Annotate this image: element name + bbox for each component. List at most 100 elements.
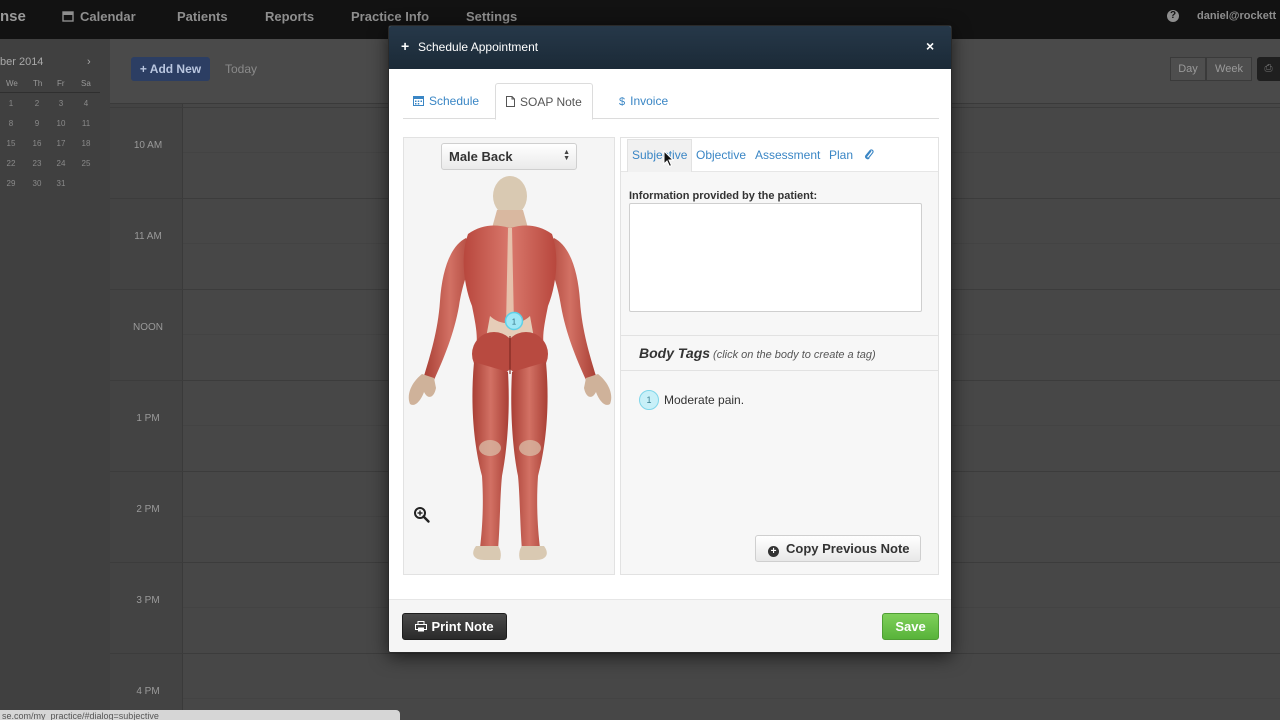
hour-label: 10 AM [133,140,163,151]
mini-calendar-title: ber 2014 [0,56,44,68]
mini-calendar-day[interactable]: 25 [78,159,94,168]
nav-patients[interactable]: Patients [177,9,228,24]
tab-objective[interactable]: Objective [692,138,750,172]
body-view-select-value: Male Back [449,149,513,164]
zoom-in-icon[interactable] [413,506,431,524]
calendar-icon [413,96,424,106]
nav-calendar-label: Calendar [80,9,136,24]
mini-calendar-day[interactable]: 29 [3,179,19,188]
hour-label: 3 PM [136,595,160,606]
tab-schedule-label: Schedule [429,94,480,108]
mini-calendar-day[interactable]: 23 [29,159,45,168]
brand-logo[interactable]: nse [0,8,26,25]
mini-calendar-day[interactable]: 16 [29,139,45,148]
half-hour-divider [183,698,1280,699]
help-icon[interactable]: ? [1167,10,1179,22]
mini-calendar-day[interactable]: 15 [3,139,19,148]
plus-circle-icon: + [768,546,779,557]
subjective-label: Information provided by the patient: [629,190,818,202]
divider [621,335,938,336]
subjective-textarea[interactable] [629,203,922,312]
body-tag-number: 1 [639,390,659,410]
tab-assessment[interactable]: Assessment [751,138,824,172]
mini-calendar-day[interactable]: 18 [78,139,94,148]
hour-label: 1 PM [136,413,160,424]
save-button[interactable]: Save [882,613,939,640]
left-panel: ber 2014 › We Th Fr Sa 1 2 3 4 8 9 10 11 15 16 17 1… [0,39,110,720]
nav-calendar[interactable]: Calendar [62,9,136,24]
weekday-label: Fr [57,79,65,88]
document-icon [506,96,515,107]
select-arrows-icon: ▲ ▼ [563,149,570,162]
mini-calendar-day[interactable]: 2 [29,99,45,108]
dialog-header: + Schedule Appointment × [389,26,951,69]
nav-settings[interactable]: Settings [466,9,517,24]
print-note-button[interactable]: Print Note [402,613,507,640]
day-view-button[interactable]: Day [1170,57,1206,81]
mini-calendar-day[interactable]: 22 [3,159,19,168]
calendar-icon [62,11,74,22]
mini-calendar-day[interactable]: 24 [53,159,69,168]
body-tag-marker-number: 1 [512,318,517,327]
body-tag-item[interactable]: 1 Moderate pain. [639,390,744,410]
hours-divider [182,104,183,720]
copy-previous-note-label: Copy Previous Note [786,541,910,556]
tab-subjective[interactable]: Subjective [627,139,693,172]
printer-icon [415,621,428,632]
mini-calendar-day[interactable]: 1 [3,99,19,108]
tab-soap-note-label: SOAP Note [520,95,582,109]
body-tags-hint: (click on the body to create a tag) [713,349,876,361]
tab-plan[interactable]: Plan [825,138,857,172]
print-icon[interactable]: ⎙ [1257,57,1280,81]
mini-calendar-day[interactable]: 9 [29,119,45,128]
print-note-label: Print Note [431,619,494,634]
dollar-icon: $ [619,96,626,108]
hour-label: 4 PM [136,686,160,697]
hour-label: 11 AM [134,231,162,242]
mini-calendar-day[interactable]: 8 [3,119,19,128]
tab-invoice-label: Invoice [630,94,669,108]
soap-note-panel: Subjective Objective Assessment Plan Inf… [620,137,939,575]
male-back-anatomy-figure[interactable]: 1 [404,176,616,562]
mini-calendar-day[interactable]: 4 [78,99,94,108]
mini-calendar-next-icon[interactable]: › [87,56,91,68]
mini-calendar-day[interactable]: 30 [29,179,45,188]
hour-divider [110,653,1280,654]
browser-status-bar: se.com/my_practice/#dialog=subjective [0,710,400,720]
divider [621,370,938,371]
nav-practice-info[interactable]: Practice Info [351,9,429,24]
mini-calendar-day[interactable]: 10 [53,119,69,128]
schedule-appointment-dialog: + Schedule Appointment × Schedule SOAP N… [388,25,952,653]
mini-calendar-day[interactable]: 11 [78,119,94,128]
tab-invoice[interactable]: $ Invoice [609,83,678,119]
body-view-select[interactable]: Male Back ▲ ▼ [441,143,577,170]
copy-previous-note-button[interactable]: + Copy Previous Note [755,535,921,562]
hour-label: 2 PM [136,504,160,515]
week-view-button[interactable]: Week [1206,57,1252,81]
today-button[interactable]: Today [217,57,265,81]
mini-calendar-day[interactable]: 31 [53,179,69,188]
hour-label: NOON [133,322,163,333]
weekday-label: Sa [81,79,91,88]
nav-reports[interactable]: Reports [265,9,314,24]
plus-icon: + [401,38,410,54]
mini-calendar-divider [0,92,100,93]
mini-calendar-day[interactable]: 3 [53,99,69,108]
weekday-label: We [6,79,18,88]
body-tags-title: Body Tags [639,345,711,361]
body-tags-heading: Body Tags (click on the body to create a … [639,345,876,361]
weekday-label: Th [33,79,43,88]
paperclip-icon [865,149,874,160]
dialog-title: Schedule Appointment [418,40,539,54]
user-menu[interactable]: daniel@rockett [1197,10,1276,22]
tab-schedule[interactable]: Schedule [403,83,489,119]
soap-tabs: Subjective Objective Assessment Plan [621,138,938,172]
body-chart-panel: Male Back ▲ ▼ 1 [403,137,615,575]
dialog-tabs: Schedule SOAP Note $ Invoice [403,83,939,120]
attachment-icon[interactable] [860,138,878,172]
dialog-footer: Print Note Save [389,599,951,652]
close-icon[interactable]: × [926,38,934,54]
tab-soap-note[interactable]: SOAP Note [495,83,593,120]
add-new-button[interactable]: + Add New [131,57,210,81]
mini-calendar-day[interactable]: 17 [53,139,69,148]
